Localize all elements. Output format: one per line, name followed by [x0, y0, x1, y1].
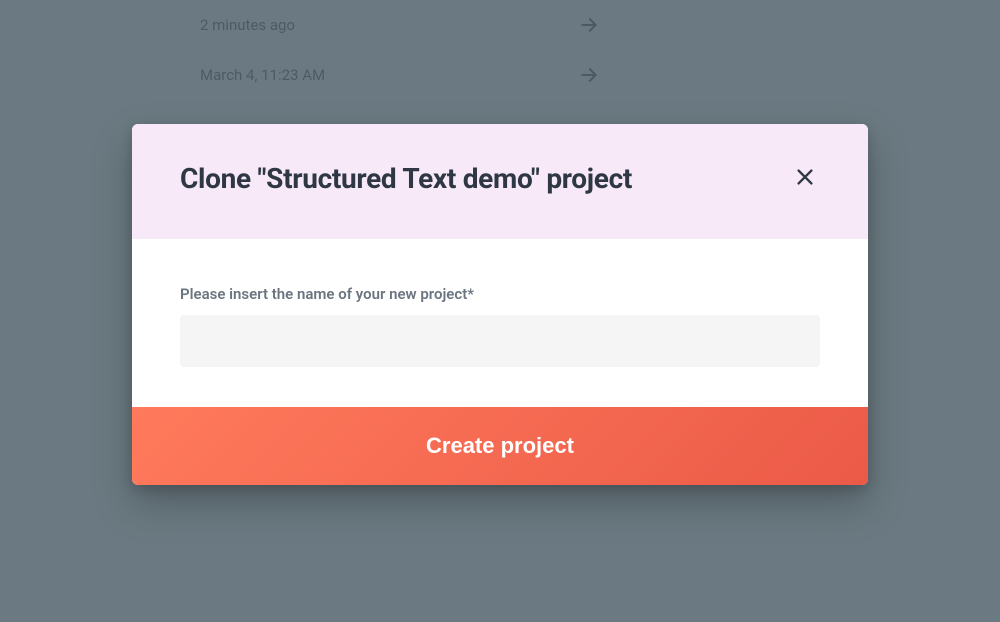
modal-title: Clone "Structured Text demo" project: [180, 162, 632, 195]
modal-footer[interactable]: Create project: [132, 407, 868, 485]
modal-body: Please insert the name of your new proje…: [132, 239, 868, 407]
modal-header: Clone "Structured Text demo" project: [132, 124, 868, 239]
create-project-button[interactable]: Create project: [132, 433, 868, 459]
modal-overlay: Clone "Structured Text demo" project Ple…: [0, 0, 1000, 622]
close-icon: [794, 166, 816, 191]
clone-project-modal: Clone "Structured Text demo" project Ple…: [132, 124, 868, 485]
close-button[interactable]: [790, 162, 820, 195]
project-name-label: Please insert the name of your new proje…: [180, 285, 820, 303]
project-name-input[interactable]: [180, 315, 820, 367]
